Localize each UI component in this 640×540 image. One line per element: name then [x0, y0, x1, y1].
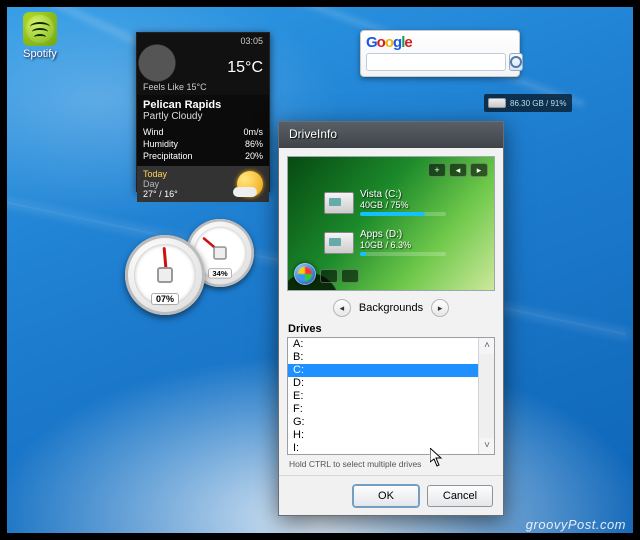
google-search-gadget[interactable]: Google — [360, 30, 520, 77]
preview-add-button[interactable]: + — [428, 163, 446, 177]
weather-condition: Partly Cloudy — [137, 111, 269, 126]
backgrounds-label: Backgrounds — [359, 302, 423, 314]
spotify-icon — [23, 12, 57, 46]
weather-row-precip: Precipitation20% — [143, 150, 263, 162]
list-item[interactable]: C: — [288, 364, 478, 377]
preview-next-button[interactable]: ▸ — [470, 163, 488, 177]
backgrounds-next-button[interactable]: ▸ — [431, 299, 449, 317]
preview-tray-button — [320, 269, 338, 283]
list-item[interactable]: G: — [288, 416, 478, 429]
driveinfo-dialog: DriveInfo + ◂ ▸ Vista (C:) 40GB / 75% Ap… — [278, 121, 504, 516]
multiselect-hint: Hold CTRL to select multiple drives — [289, 459, 493, 469]
list-item[interactable]: E: — [288, 390, 478, 403]
disk-icon — [488, 98, 506, 108]
list-item[interactable]: H: — [288, 429, 478, 442]
ok-button[interactable]: OK — [353, 485, 419, 507]
drive-icon — [324, 192, 354, 214]
preview-drive-bar — [360, 212, 446, 216]
desktop-icon-spotify[interactable]: Spotify — [12, 12, 68, 60]
weather-row-humidity: Humidity86% — [143, 138, 263, 150]
cancel-button[interactable]: Cancel — [427, 485, 493, 507]
dialog-titlebar[interactable]: DriveInfo — [279, 122, 503, 148]
desktop-icon-label: Spotify — [12, 48, 68, 60]
list-item[interactable]: F: — [288, 403, 478, 416]
backgrounds-prev-button[interactable]: ◂ — [333, 299, 351, 317]
watermark: groovyPost.com — [526, 517, 626, 532]
preview-drive-name: Vista (C:) — [360, 189, 446, 200]
weather-gadget[interactable]: 03:05 15°C Feels Like 15°C Pelican Rapid… — [136, 32, 270, 192]
drives-heading: Drives — [279, 323, 503, 335]
preview-drive-bar — [360, 252, 446, 256]
driveinfo-preview: + ◂ ▸ Vista (C:) 40GB / 75% Apps (D:) 10… — [287, 156, 495, 291]
preview-drive-row: Vista (C:) 40GB / 75% — [324, 189, 446, 216]
drives-listbox[interactable]: A:B:C:D:E:F:G:H:I:J: ˄ ˅ — [287, 337, 495, 455]
list-item[interactable]: A: — [288, 338, 478, 351]
scrollbar-down-icon[interactable]: ˅ — [479, 438, 495, 454]
gauge-value: 34% — [208, 268, 232, 278]
gauge-cpu: 07% — [125, 235, 205, 315]
weather-row-wind: Wind0m/s — [143, 126, 263, 138]
list-item[interactable]: B: — [288, 351, 478, 364]
google-search-input[interactable] — [366, 53, 506, 71]
preview-drive-stats: 10GB / 6.3% — [360, 240, 446, 250]
meter-gadget[interactable]: 34% 07% — [125, 213, 255, 323]
dialog-title: DriveInfo — [289, 127, 337, 141]
list-item[interactable]: I: — [288, 442, 478, 455]
weather-feels-like: Feels Like 15°C — [143, 82, 207, 92]
scrollbar[interactable]: ˄ ˅ — [478, 338, 494, 454]
windows-orb-icon — [294, 263, 316, 285]
drive-icon — [324, 232, 354, 254]
drive-usage-text: 86.30 GB / 91% — [510, 99, 566, 108]
weather-location: Pelican Rapids — [137, 95, 269, 111]
gauge-value: 07% — [151, 293, 179, 305]
preview-tray-button — [341, 269, 359, 283]
weather-clock: 03:05 — [240, 36, 263, 46]
desktop-wallpaper: Spotify 03:05 15°C Feels Like 15°C Pelic… — [0, 0, 640, 540]
preview-drive-row: Apps (D:) 10GB / 6.3% — [324, 229, 446, 256]
preview-drive-name: Apps (D:) — [360, 229, 446, 240]
google-logo: Google — [366, 34, 514, 51]
list-item[interactable]: D: — [288, 377, 478, 390]
preview-prev-button[interactable]: ◂ — [449, 163, 467, 177]
scrollbar-up-icon[interactable]: ˄ — [479, 338, 495, 354]
weather-forecast: Today Day 27° / 16° — [137, 166, 269, 202]
sun-cloud-icon — [237, 171, 263, 197]
google-search-button[interactable] — [509, 53, 523, 71]
drive-usage-badge[interactable]: 86.30 GB / 91% — [484, 94, 572, 112]
weather-temp: 15°C — [227, 59, 263, 77]
preview-drive-stats: 40GB / 75% — [360, 200, 446, 210]
